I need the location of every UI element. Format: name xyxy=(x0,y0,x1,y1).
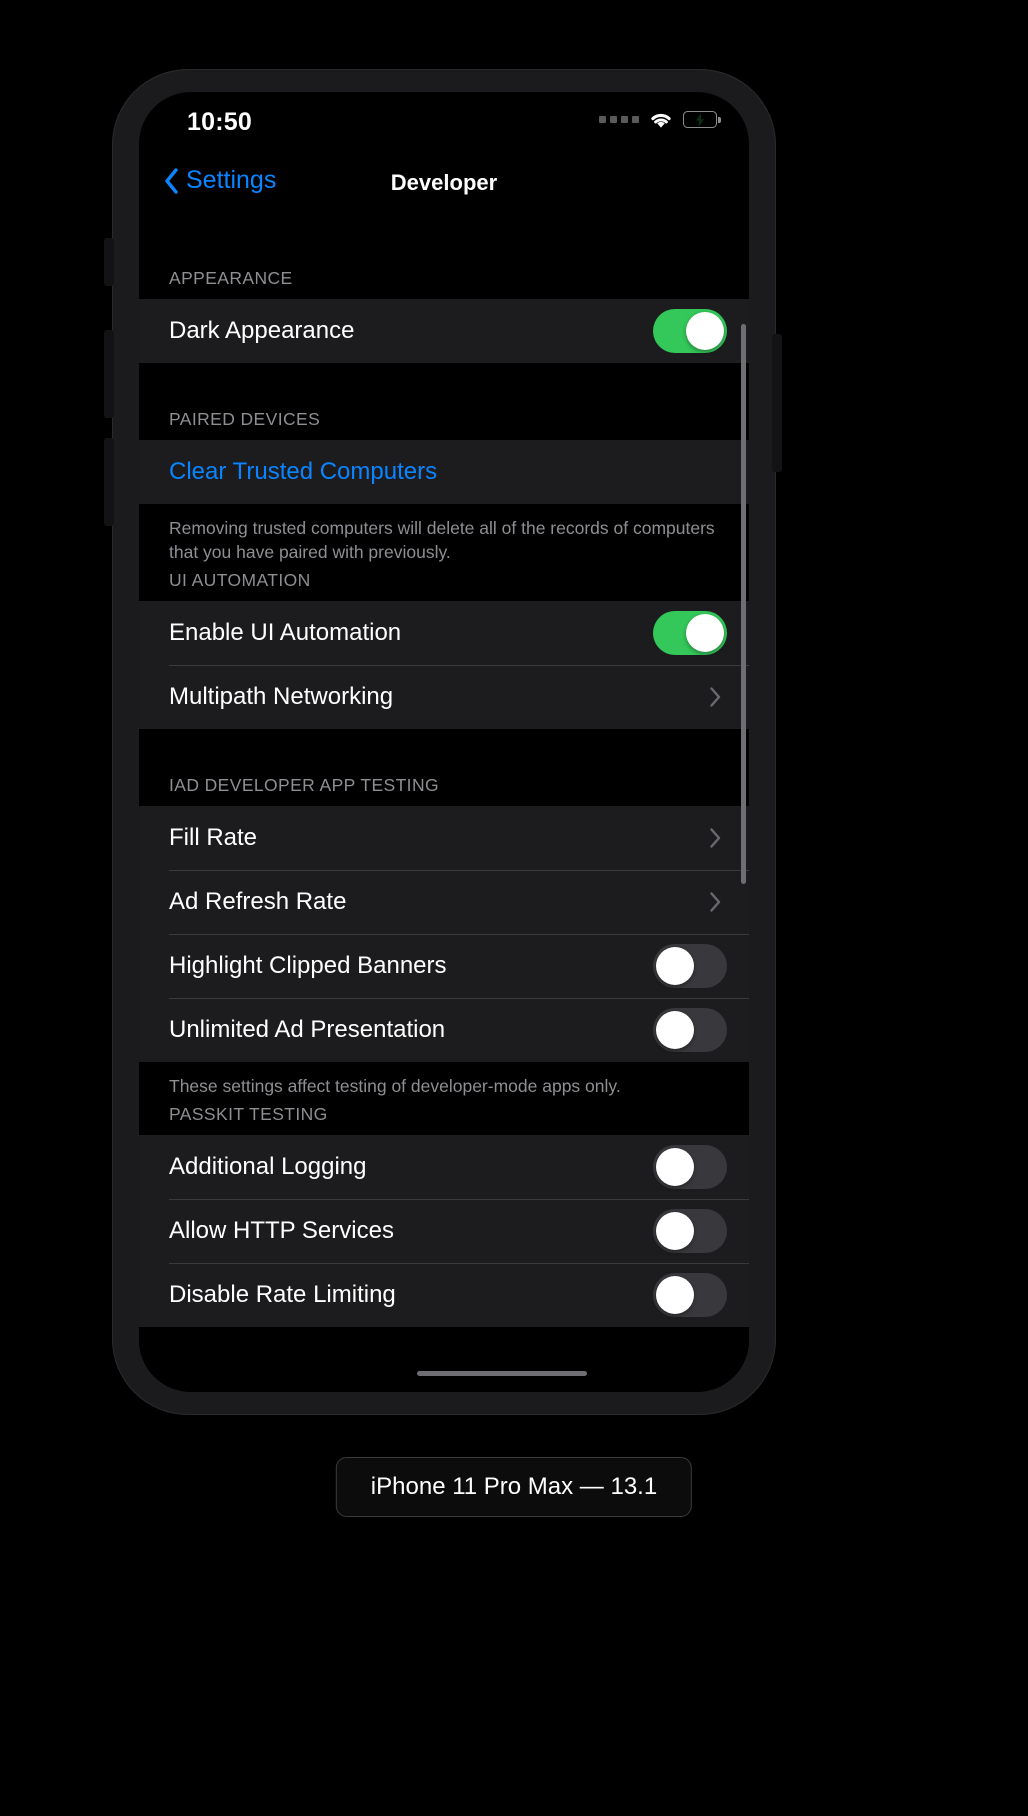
horizontal-scrollbar[interactable] xyxy=(417,1371,587,1376)
section-passkit-testing: Additional Logging Allow HTTP Services D… xyxy=(139,1135,749,1328)
enable-ui-automation-switch[interactable] xyxy=(653,611,727,656)
cellular-dots-icon xyxy=(599,116,639,123)
device-screen: 10:50 Settings Developer APPEARANCE Dark… xyxy=(139,92,749,1392)
section-paired-devices: Clear Trusted Computers xyxy=(139,440,749,504)
volume-up-button[interactable] xyxy=(104,330,114,418)
status-bar: 10:50 xyxy=(139,92,749,154)
section-header-appearance: APPEARANCE xyxy=(139,268,749,299)
row-label: Enable UI Automation xyxy=(169,619,402,647)
row-allow-http-services[interactable]: Allow HTTP Services xyxy=(139,1199,749,1264)
section-ui-automation: Enable UI Automation Multipath Networkin… xyxy=(139,601,749,730)
power-button[interactable] xyxy=(772,334,782,472)
highlight-clipped-banners-switch[interactable] xyxy=(653,944,727,989)
allow-http-services-switch[interactable] xyxy=(653,1209,727,1254)
row-label: Disable Rate Limiting xyxy=(169,1281,396,1309)
row-label: Multipath Networking xyxy=(169,683,394,711)
volume-down-button[interactable] xyxy=(104,438,114,526)
simulator-window: 10:50 Settings Developer APPEARANCE Dark… xyxy=(0,0,1028,1816)
row-ad-refresh-rate[interactable]: Ad Refresh Rate xyxy=(139,870,749,935)
vertical-scrollbar[interactable] xyxy=(741,324,746,884)
row-label: Highlight Clipped Banners xyxy=(169,952,447,980)
unlimited-ad-presentation-switch[interactable] xyxy=(653,1008,727,1053)
status-bar-indicators xyxy=(599,110,721,129)
section-appearance: Dark Appearance xyxy=(139,299,749,363)
settings-table[interactable]: APPEARANCE Dark Appearance PAIRED DEVICE… xyxy=(139,212,749,1392)
chevron-right-icon xyxy=(710,687,721,707)
row-clear-trusted-computers[interactable]: Clear Trusted Computers xyxy=(139,440,749,504)
row-label: Allow HTTP Services xyxy=(169,1217,394,1245)
section-iad-testing: Fill Rate Ad Refresh Rate Highlight Clip… xyxy=(139,806,749,1063)
row-additional-logging[interactable]: Additional Logging xyxy=(139,1135,749,1200)
section-footer-iad-testing: These settings affect testing of develop… xyxy=(139,1062,749,1105)
table-top-spacer xyxy=(139,212,749,268)
row-fill-rate[interactable]: Fill Rate xyxy=(139,806,749,871)
row-label: Unlimited Ad Presentation xyxy=(169,1016,446,1044)
row-enable-ui-automation[interactable]: Enable UI Automation xyxy=(139,601,749,666)
chevron-right-icon xyxy=(710,828,721,848)
row-label: Ad Refresh Rate xyxy=(169,888,347,916)
additional-logging-switch[interactable] xyxy=(653,1145,727,1190)
chevron-right-icon xyxy=(710,892,721,912)
section-header-passkit-testing: PASSKIT TESTING xyxy=(139,1104,749,1136)
row-dark-appearance[interactable]: Dark Appearance xyxy=(139,299,749,363)
row-label: Dark Appearance xyxy=(169,317,355,344)
dark-appearance-switch[interactable] xyxy=(653,309,727,353)
wifi-icon xyxy=(651,113,671,128)
notch xyxy=(292,92,598,136)
row-label: Fill Rate xyxy=(169,824,258,852)
row-disable-rate-limiting[interactable]: Disable Rate Limiting xyxy=(139,1263,749,1328)
section-header-ui-automation: UI AUTOMATION xyxy=(139,570,749,602)
section-header-iad-testing: IAD DEVELOPER APP TESTING xyxy=(139,775,749,807)
section-header-paired-devices: PAIRED DEVICES xyxy=(139,409,749,440)
row-label: Clear Trusted Computers xyxy=(169,458,438,485)
row-label: Additional Logging xyxy=(169,1153,367,1181)
section-spacer xyxy=(139,729,749,776)
navigation-bar: Settings Developer xyxy=(139,154,749,212)
section-spacer xyxy=(139,363,749,409)
row-unlimited-ad-presentation[interactable]: Unlimited Ad Presentation xyxy=(139,998,749,1063)
device-name-label: iPhone 11 Pro Max — 13.1 xyxy=(335,1457,693,1517)
silent-switch-button[interactable] xyxy=(104,238,114,286)
page-title: Developer xyxy=(390,170,498,195)
row-multipath-networking[interactable]: Multipath Networking xyxy=(139,665,749,730)
disable-rate-limiting-switch[interactable] xyxy=(653,1273,727,1318)
row-highlight-clipped-banners[interactable]: Highlight Clipped Banners xyxy=(139,934,749,999)
section-footer-paired-devices: Removing trusted computers will delete a… xyxy=(139,504,749,571)
status-bar-time: 10:50 xyxy=(187,108,252,136)
battery-charging-icon xyxy=(683,111,721,128)
